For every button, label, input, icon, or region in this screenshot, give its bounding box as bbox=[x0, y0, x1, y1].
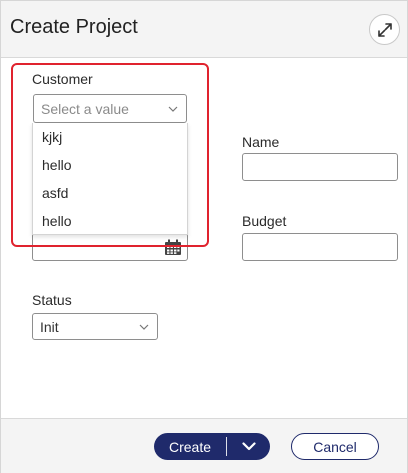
chevron-down-icon bbox=[139, 324, 149, 330]
customer-option[interactable]: hello bbox=[33, 151, 187, 179]
status-value: Init bbox=[40, 318, 59, 335]
customer-placeholder: Select a value bbox=[41, 100, 129, 117]
create-button[interactable]: Create bbox=[154, 433, 270, 460]
customer-select[interactable]: Select a value bbox=[33, 94, 187, 123]
customer-option[interactable]: hello bbox=[33, 207, 187, 235]
dialog-header: Create Project bbox=[1, 1, 407, 58]
status-select[interactable]: Init bbox=[32, 313, 158, 340]
calendar-icon[interactable] bbox=[164, 239, 182, 256]
customer-option[interactable]: kjkj bbox=[33, 123, 187, 151]
budget-label: Budget bbox=[242, 213, 287, 229]
chevron-down-icon bbox=[241, 442, 256, 451]
cancel-button[interactable]: Cancel bbox=[291, 433, 379, 460]
expand-arrows-icon bbox=[377, 22, 392, 37]
budget-input[interactable] bbox=[242, 233, 398, 261]
date-field[interactable] bbox=[32, 233, 188, 261]
dialog-title: Create Project bbox=[10, 16, 138, 38]
chevron-down-icon bbox=[168, 106, 178, 112]
create-project-dialog: Create Project Customer Select a value N… bbox=[0, 0, 408, 473]
customer-option[interactable]: asfd bbox=[33, 179, 187, 207]
expand-button[interactable] bbox=[369, 14, 400, 45]
customer-dropdown-list: kjkj hello asfd hello bbox=[32, 123, 188, 235]
name-label: Name bbox=[242, 134, 280, 150]
status-label: Status bbox=[32, 292, 72, 308]
customer-label: Customer bbox=[32, 71, 93, 87]
button-divider bbox=[226, 437, 227, 456]
create-options-toggle[interactable] bbox=[227, 442, 270, 451]
create-label: Create bbox=[168, 438, 212, 455]
name-input[interactable] bbox=[242, 153, 398, 181]
